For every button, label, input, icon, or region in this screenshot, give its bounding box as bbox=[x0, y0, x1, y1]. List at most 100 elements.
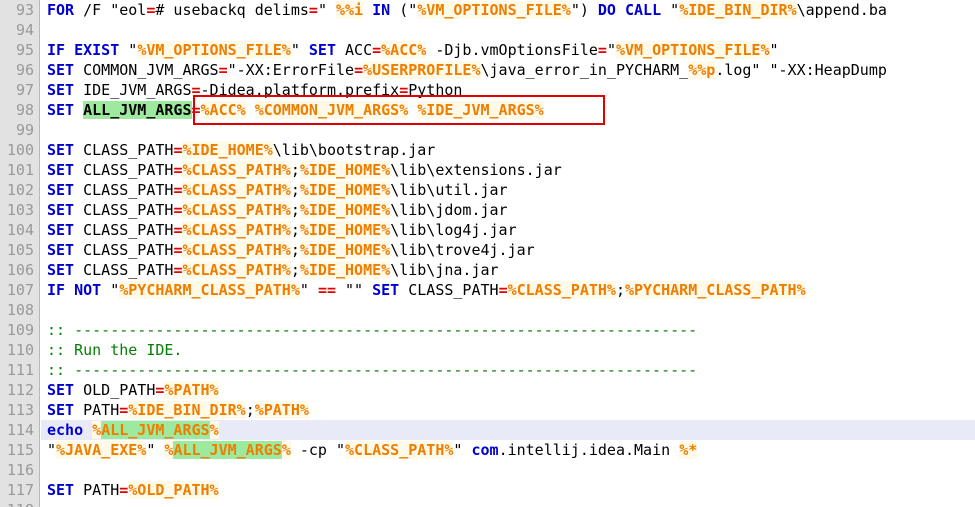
line-number-gutter[interactable]: 93 94 95 96 97 98 99 100 101 102 103 104 105 106 107 10… bbox=[0, 0, 40, 507]
code-line[interactable]: SET IDE_JVM_ARGS=-Didea.platform.prefix=… bbox=[41, 80, 975, 100]
code-token: CLASS_PATH bbox=[74, 261, 174, 279]
code-token: SET bbox=[47, 101, 75, 119]
code-token: \lib\trove4j.jar bbox=[390, 241, 535, 259]
code-line[interactable] bbox=[41, 460, 975, 480]
code-line[interactable]: SET CLASS_PATH=%CLASS_PATH%;%IDE_HOME%\l… bbox=[41, 220, 975, 240]
code-editor[interactable]: 93 94 95 96 97 98 99 100 101 102 103 104 105 106 107 10… bbox=[0, 0, 975, 507]
code-token: ; bbox=[290, 241, 300, 259]
code-line[interactable]: SET ALL_JVM_ARGS=%ACC% %COMMON_JVM_ARGS%… bbox=[41, 100, 975, 120]
code-token: Python bbox=[408, 81, 463, 99]
code-line[interactable] bbox=[41, 20, 975, 40]
code-token: PATH bbox=[74, 481, 120, 499]
line-number: 117 bbox=[6, 481, 34, 499]
line-number: 108 bbox=[6, 301, 34, 319]
code-token: :: Run the IDE. bbox=[47, 341, 183, 359]
code-token: = bbox=[191, 81, 201, 99]
code-token: " bbox=[101, 281, 120, 299]
code-token: %* bbox=[679, 441, 698, 459]
code-token: %IDE_HOME% bbox=[299, 161, 391, 179]
code-line[interactable]: SET CLASS_PATH=%CLASS_PATH%;%IDE_HOME%\l… bbox=[41, 260, 975, 280]
code-token: ; bbox=[290, 181, 300, 199]
code-token: "" bbox=[336, 281, 373, 299]
code-token: " bbox=[290, 41, 309, 59]
code-line[interactable]: IF NOT "%PYCHARM_CLASS_PATH%" == "" SET … bbox=[41, 280, 975, 300]
code-token: ALL_JVM_ARGS bbox=[101, 421, 210, 439]
code-line[interactable]: SET CLASS_PATH=%IDE_HOME%\lib\bootstrap.… bbox=[41, 140, 975, 160]
code-token: -Didea.platform.prefix bbox=[200, 81, 400, 99]
code-token: %PYCHARM_CLASS_PATH% bbox=[625, 281, 806, 299]
line-number: 106 bbox=[6, 261, 34, 279]
code-line[interactable]: SET PATH=%OLD_PATH% bbox=[41, 480, 975, 500]
line-number: 105 bbox=[6, 241, 34, 259]
code-token: %CLASS_PATH% bbox=[182, 241, 291, 259]
code-token: SET bbox=[47, 401, 75, 419]
code-token: ALL_JVM_ARGS bbox=[83, 101, 192, 119]
code-token: %IDE_HOME% bbox=[299, 261, 391, 279]
code-token: -Djb.vmOptionsFile bbox=[426, 41, 598, 59]
code-line-current[interactable]: echo %ALL_JVM_ARGS% bbox=[41, 420, 975, 440]
code-token: SET bbox=[47, 261, 75, 279]
code-line[interactable]: :: Run the IDE. bbox=[41, 340, 975, 360]
code-token: PATH bbox=[74, 401, 120, 419]
code-line[interactable] bbox=[41, 120, 975, 140]
code-token: \java_error_in_PYCHARM_ bbox=[480, 61, 689, 79]
line-number: 116 bbox=[6, 461, 34, 479]
code-token: = bbox=[119, 481, 129, 499]
line-number: 107 bbox=[6, 281, 34, 299]
code-line[interactable]: "%JAVA_EXE%" %ALL_JVM_ARGS% -cp "%CLASS_… bbox=[41, 440, 975, 460]
code-token: \lib\log4j.jar bbox=[390, 221, 517, 239]
code-token: CLASS_PATH bbox=[74, 201, 174, 219]
code-token: %IDE_HOME% bbox=[299, 181, 391, 199]
code-token: %CLASS_PATH% bbox=[182, 181, 291, 199]
code-token: == bbox=[317, 281, 336, 299]
code-token: %IDE_HOME% bbox=[299, 241, 391, 259]
line-number: 118 bbox=[0, 500, 34, 507]
line-number: 112 bbox=[6, 381, 34, 399]
code-token: %IDE_HOME% bbox=[182, 141, 273, 159]
code-token: %%p bbox=[688, 61, 716, 79]
code-token: CLASS_PATH bbox=[74, 161, 174, 179]
code-token: % bbox=[281, 441, 291, 459]
code-token: " bbox=[47, 441, 57, 459]
code-token: %VM_OPTIONS_FILE% bbox=[137, 41, 291, 59]
code-token: = bbox=[218, 61, 228, 79]
code-token: %IDE_BIN_DIR% bbox=[679, 1, 797, 19]
line-number: 102 bbox=[6, 181, 34, 199]
line-number: 101 bbox=[6, 161, 34, 179]
code-token: = bbox=[308, 1, 318, 19]
code-content-area[interactable]: FOR /F "eol=# usebackq delims=" %%i IN (… bbox=[41, 0, 975, 507]
code-line[interactable] bbox=[41, 500, 975, 507]
code-token: " bbox=[299, 281, 318, 299]
code-token: ; bbox=[290, 221, 300, 239]
code-token: SET bbox=[47, 381, 75, 399]
code-token: IF NOT bbox=[47, 281, 102, 299]
code-token: SET bbox=[47, 241, 75, 259]
code-token: " bbox=[146, 441, 165, 459]
code-token: SET bbox=[308, 41, 336, 59]
code-line[interactable]: SET COMMON_JVM_ARGS="-XX:ErrorFile=%USER… bbox=[41, 60, 975, 80]
code-token: %IDE_BIN_DIR% bbox=[128, 401, 246, 419]
code-token: SET bbox=[47, 481, 75, 499]
code-line[interactable]: :: -------------------------------------… bbox=[41, 320, 975, 340]
code-token: %CLASS_PATH% bbox=[182, 261, 291, 279]
code-token: COMMON_JVM_ARGS bbox=[74, 61, 219, 79]
code-line[interactable] bbox=[41, 300, 975, 320]
code-line[interactable]: FOR /F "eol=# usebackq delims=" %%i IN (… bbox=[41, 0, 975, 20]
code-line[interactable]: :: -------------------------------------… bbox=[41, 360, 975, 380]
code-line[interactable]: IF EXIST "%VM_OPTIONS_FILE%" SET ACC=%AC… bbox=[41, 40, 975, 60]
line-number: 99 bbox=[15, 121, 34, 139]
code-token: SET bbox=[47, 181, 75, 199]
code-line[interactable]: SET OLD_PATH=%PATH% bbox=[41, 380, 975, 400]
code-token: .intellij.idea.Main bbox=[498, 441, 680, 459]
code-line[interactable]: SET CLASS_PATH=%CLASS_PATH%;%IDE_HOME%\l… bbox=[41, 240, 975, 260]
code-line[interactable]: SET CLASS_PATH=%CLASS_PATH%;%IDE_HOME%\l… bbox=[41, 200, 975, 220]
code-token: SET bbox=[47, 201, 75, 219]
code-token: CLASS_PATH bbox=[399, 281, 499, 299]
code-line[interactable]: SET CLASS_PATH=%CLASS_PATH%;%IDE_HOME%\l… bbox=[41, 160, 975, 180]
code-token: ; bbox=[615, 281, 625, 299]
code-line[interactable]: SET CLASS_PATH=%CLASS_PATH%;%IDE_HOME%\l… bbox=[41, 180, 975, 200]
code-line[interactable]: SET PATH=%IDE_BIN_DIR%;%PATH% bbox=[41, 400, 975, 420]
code-token: %COMMON_JVM_ARGS% bbox=[254, 101, 409, 119]
